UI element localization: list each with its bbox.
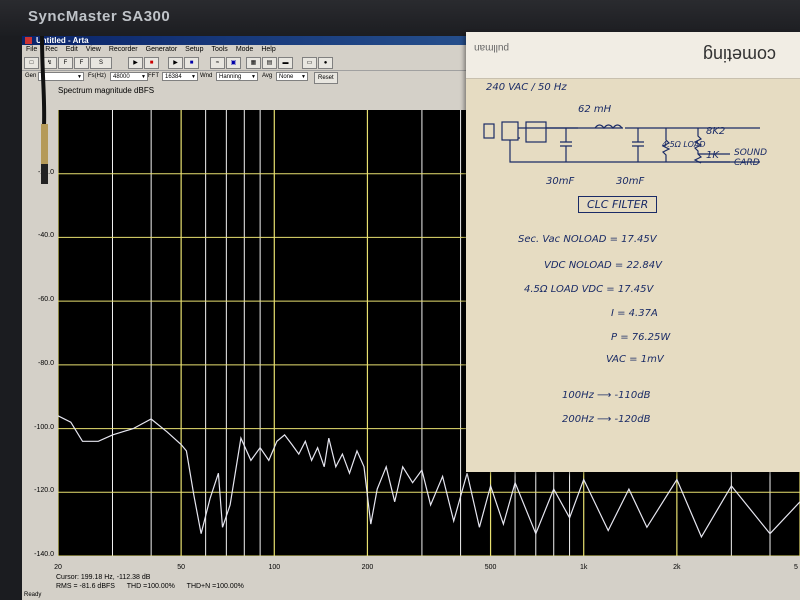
play-icon[interactable]: ▶ [128, 57, 143, 69]
notepad-brand: cometing [702, 45, 776, 65]
measurements: RMS = -81.6 dBFS THD =100.00% THD+N =100… [56, 583, 254, 590]
x-tick-label: 100 [268, 564, 281, 571]
note-line-6: VAC = 1mV [606, 354, 664, 365]
play-once-icon[interactable]: ▶ [168, 57, 183, 69]
x-tick-label: 2k [673, 564, 681, 571]
monitor-icon[interactable]: ▭ [302, 57, 317, 69]
fft-select[interactable]: 16384 [162, 72, 198, 82]
y-tick-label: -120.0 [34, 487, 54, 495]
reset-button[interactable]: Reset [314, 72, 338, 84]
view-icon[interactable]: ▬ [278, 57, 293, 69]
note-inductor: 62 mH [578, 104, 612, 115]
note-line-5: P = 76.25W [611, 332, 671, 343]
wnd-select[interactable]: Hanning [216, 72, 258, 82]
grid-icon[interactable]: ▤ [262, 57, 277, 69]
avg-select[interactable]: None [276, 72, 308, 82]
note-line-3: 4.5Ω LOAD VDC = 17.45V [524, 284, 654, 295]
note-line-8: 200Hz ⟶ -120dB [562, 414, 651, 425]
plot-title: Spectrum magnitude dBFS [58, 86, 155, 95]
monitor-bezel: SyncMaster SA300 [0, 0, 800, 36]
menu-mode[interactable]: Mode [232, 45, 258, 55]
monitor-bezel-left [0, 36, 22, 600]
cursor-readout: Cursor: 199.18 Hz, -112.38 dB [56, 574, 151, 581]
rms-value: RMS = -81.6 dBFS [56, 583, 115, 590]
monitor-brand: SyncMaster SA300 [28, 8, 171, 25]
menu-setup[interactable]: Setup [181, 45, 207, 55]
x-tick-label: 50 [177, 564, 186, 571]
fs-label: Fs(Hz) [88, 73, 106, 79]
note-soundcard: SOUND CARD [734, 148, 768, 168]
note-8k2: 8K2 [706, 126, 726, 137]
note-line-2: VDC NOLOAD = 22.84V [544, 260, 662, 271]
spectrum-icon[interactable]: F [74, 57, 89, 69]
note-cap2: 30mF [616, 176, 645, 187]
audio-cable [40, 36, 48, 184]
thd-value: THD =100.00% [126, 583, 175, 590]
notepad-subbrand: pullman [474, 42, 510, 53]
y-tick-label: -80.0 [38, 359, 54, 367]
chart-icon[interactable]: ▦ [246, 57, 261, 69]
note-mains: 240 VAC / 50 Hz [486, 82, 567, 93]
note-1k: 1K [706, 150, 719, 161]
menu-tools[interactable]: Tools [207, 45, 231, 55]
menu-generator[interactable]: Generator [142, 45, 182, 55]
x-tick-label: 1k [580, 564, 588, 571]
x-tick-label: 5 [794, 564, 798, 571]
new-icon[interactable]: □ [24, 57, 39, 69]
freq-response-icon[interactable]: F [58, 57, 73, 69]
note-line-7: 100Hz ⟶ -110dB [562, 390, 651, 401]
y-tick-label: -140.0 [34, 551, 54, 558]
avg-label: Avg [262, 73, 273, 79]
y-tick-label: -60.0 [38, 296, 54, 304]
app-icon [25, 37, 32, 44]
menu-help[interactable]: Help [257, 45, 279, 55]
status-bar: Ready [24, 592, 42, 598]
gen-label: Gen [25, 73, 37, 79]
stop-icon[interactable]: ■ [144, 57, 159, 69]
fs-select[interactable]: 48000 [110, 72, 148, 82]
record-icon[interactable]: ● [318, 57, 333, 69]
note-line-4: I = 4.37A [611, 308, 658, 319]
menu-edit[interactable]: Edit [62, 45, 82, 55]
step-icon[interactable]: S [90, 57, 112, 69]
record-stop-icon[interactable]: ■ [184, 57, 199, 69]
note-cap1: 30mF [546, 176, 575, 187]
note-load: 4.5Ω LOAD [662, 140, 706, 149]
x-tick-label: 500 [484, 564, 497, 571]
wnd-label: Wnd [200, 73, 213, 79]
x-tick-label: 200 [361, 564, 374, 571]
note-line-1: Sec. Vac NOLOAD = 17.45V [518, 234, 657, 245]
note-filter-title: CLC FILTER [578, 196, 658, 213]
export-icon[interactable]: ▣ [226, 57, 241, 69]
notepad-header: cometing pullman [466, 32, 800, 79]
y-tick-label: -100.0 [34, 423, 54, 431]
handwritten-note: cometing pullman 240 VAC / 50 Hz 62 mH 8… [466, 32, 800, 472]
waveform-icon[interactable]: ≈ [210, 57, 225, 69]
menu-recorder[interactable]: Recorder [105, 45, 142, 55]
menu-view[interactable]: View [82, 45, 105, 55]
fft-label: FFT [148, 73, 159, 79]
y-tick-label: -40.0 [38, 232, 54, 240]
x-tick-label: 20 [54, 564, 62, 571]
thdn-value: THD+N =100.00% [186, 583, 244, 590]
